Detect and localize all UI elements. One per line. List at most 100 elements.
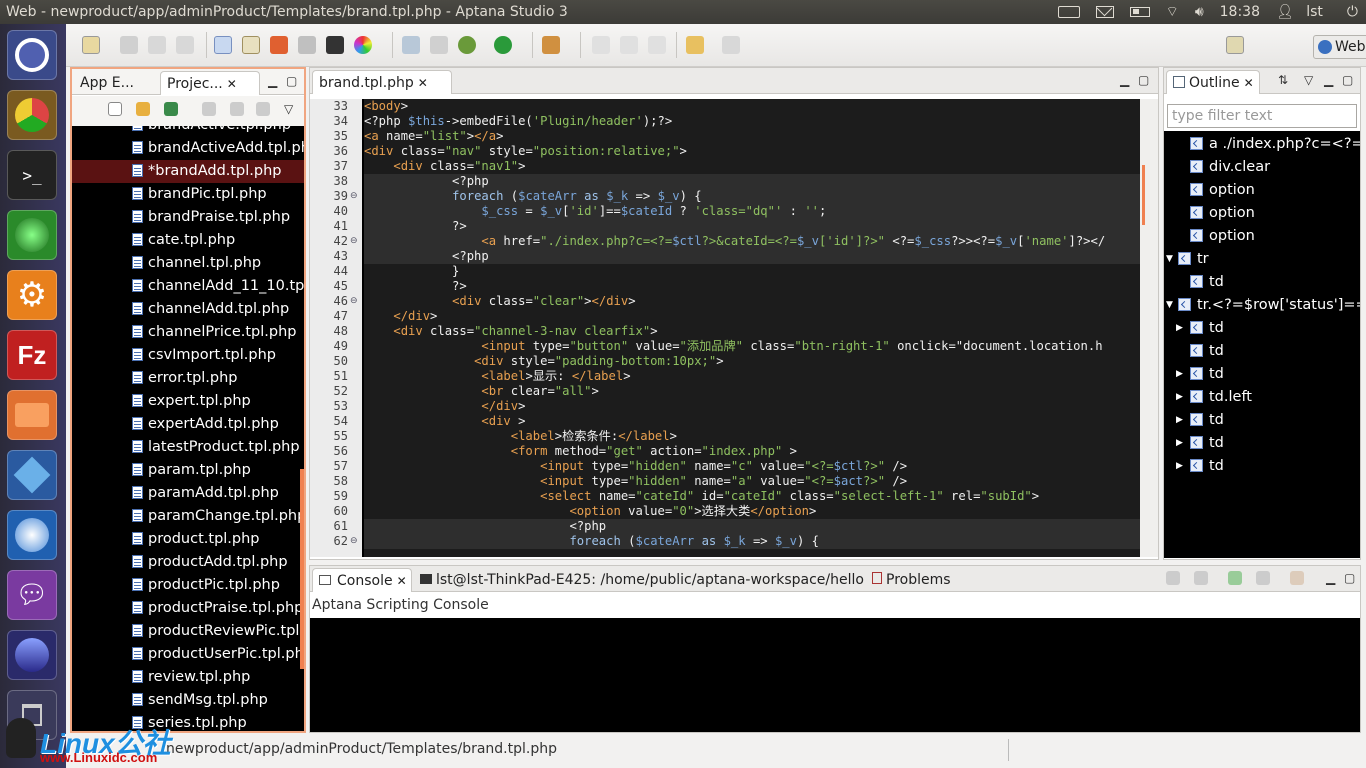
outline-item[interactable]: td (1190, 271, 1224, 294)
overview-ruler[interactable] (1140, 99, 1158, 557)
tab-problems[interactable]: Problems (866, 568, 960, 592)
tab-app-explorer[interactable]: App E... (74, 71, 140, 95)
tab-outline[interactable]: Outline ✕ (1166, 70, 1260, 94)
code-line[interactable]: foreach ($cateArr as $_k => $_v) { (364, 534, 1140, 549)
code-line[interactable]: <div class="nav1"> (364, 159, 1140, 174)
home-icon[interactable] (270, 36, 288, 54)
search-icon[interactable] (402, 36, 420, 54)
file-tree-item[interactable]: param.tpl.php (72, 459, 304, 482)
image-icon[interactable] (298, 36, 316, 54)
app-explorer-icon[interactable] (214, 36, 232, 54)
arrow-down-icon[interactable] (256, 102, 270, 116)
green-app-icon[interactable] (7, 210, 57, 260)
file-tree-item[interactable]: review.tpl.php (72, 666, 304, 689)
maximize-icon[interactable]: ▢ (1344, 571, 1355, 585)
file-tree-item[interactable]: paramAdd.tpl.php (72, 482, 304, 505)
outline-item[interactable]: td (1190, 317, 1224, 340)
outline-item[interactable]: td (1190, 363, 1224, 386)
terminal-toolbar-icon[interactable] (326, 36, 344, 54)
clear-console-icon[interactable] (1166, 571, 1180, 585)
outline-item[interactable]: td (1190, 340, 1224, 363)
file-tree-item[interactable]: latestProduct.tpl.php (72, 436, 304, 459)
code-text[interactable]: <body> <?php $this->embedFile('Plugin/hea… (364, 99, 1140, 557)
fold-toggle-icon[interactable]: ⊖ (350, 534, 358, 549)
arrow-up-icon[interactable] (230, 102, 244, 116)
file-tree-item[interactable]: channel.tpl.php (72, 252, 304, 275)
file-tree-item[interactable]: productReviewPic.tpl.php (72, 620, 304, 643)
code-line[interactable]: ?> (364, 279, 1140, 294)
chrome-icon[interactable] (7, 90, 57, 140)
close-icon[interactable]: ✕ (227, 77, 237, 91)
expand-right-icon[interactable]: ▶ (1176, 415, 1183, 425)
scroll-lock-icon[interactable] (1194, 571, 1208, 585)
file-tree-item[interactable]: cate.tpl.php (72, 229, 304, 252)
outline-item[interactable]: tr.<?=$row['status']==2 (1178, 294, 1360, 317)
outline-item[interactable]: option (1190, 179, 1255, 202)
code-line[interactable]: foreach ($cateArr as $_k => $_v) { (364, 189, 1140, 204)
debug-icon[interactable] (458, 36, 476, 54)
back-arrow-icon[interactable] (686, 36, 704, 54)
link-editor-icon[interactable] (136, 102, 150, 116)
file-tree-item[interactable]: brandActiveAdd.tpl.php (72, 137, 304, 160)
wifi-icon[interactable]: ⌔ (1166, 0, 1179, 24)
power-icon[interactable]: ⏻ (1347, 0, 1358, 24)
minimize-icon[interactable]: ▁ (268, 74, 277, 88)
scrollbar[interactable] (300, 469, 304, 669)
thunderbird-icon[interactable] (7, 510, 57, 560)
code-line[interactable]: <label>显示: </label> (364, 369, 1140, 384)
save-all-icon[interactable] (148, 36, 166, 54)
code-line[interactable]: <?php $this->embedFile('Plugin/header');… (364, 114, 1140, 129)
run-icon[interactable] (494, 36, 512, 54)
mail-icon[interactable] (1095, 6, 1114, 18)
tab-console[interactable]: Console ✕ (312, 568, 412, 592)
file-tree-item[interactable]: product.tpl.php (72, 528, 304, 551)
pidgin-icon[interactable]: 💬︎ (7, 570, 57, 620)
open-perspective-icon[interactable] (1226, 36, 1244, 54)
virtualbox-icon[interactable] (7, 450, 57, 500)
edit-icon[interactable] (592, 36, 610, 54)
code-line[interactable]: <option value="0">选择大类</option> (364, 504, 1140, 519)
outline-item[interactable]: td (1190, 409, 1224, 432)
file-tree-item[interactable]: error.tpl.php (72, 367, 304, 390)
sort-icon[interactable]: ⇅ (1278, 73, 1288, 87)
settings-gear-icon[interactable]: ⚙ (7, 270, 57, 320)
open-console-icon[interactable] (1290, 571, 1304, 585)
user-menu[interactable]: 👤︎ lst (1276, 0, 1331, 24)
collapse-all-icon[interactable] (108, 102, 122, 116)
file-tree-item[interactable]: expertAdd.tpl.php (72, 413, 304, 436)
print-icon[interactable] (176, 36, 194, 54)
deploy-icon[interactable] (542, 36, 560, 54)
code-line[interactable]: $_css = $_v['id']==$cateId ? 'class="dq"… (364, 204, 1140, 219)
fold-toggle-icon[interactable]: ⊖ (350, 294, 358, 309)
file-tree-item[interactable]: *brandAdd.tpl.php (72, 160, 304, 183)
tab-project-explorer[interactable]: Projec... ✕ (160, 71, 260, 95)
maximize-icon[interactable]: ▢ (286, 74, 297, 88)
code-line[interactable]: <form method="get" action="index.php" > (364, 444, 1140, 459)
file-tree-item[interactable]: brandPic.tpl.php (72, 183, 304, 206)
code-line[interactable]: <?php (364, 174, 1140, 189)
maximize-icon[interactable]: ▢ (1138, 73, 1149, 87)
outline-item[interactable]: td (1190, 432, 1224, 455)
new-icon[interactable] (82, 36, 100, 54)
view-menu-icon[interactable]: ▽ (1304, 73, 1313, 87)
code-line[interactable]: <div class="nav" style="position:relativ… (364, 144, 1140, 159)
outline-item[interactable]: a ./index.php?c=<?=$ctl (1190, 133, 1360, 156)
code-line[interactable]: <br clear="all"> (364, 384, 1140, 399)
code-line[interactable]: ?> (364, 219, 1140, 234)
project-explorer-icon[interactable] (242, 36, 260, 54)
outline-item[interactable]: td (1190, 455, 1224, 478)
tab-terminal[interactable]: lst@lst-ThinkPad-E425: /home/public/apta… (414, 568, 864, 592)
code-line[interactable]: <body> (364, 99, 1140, 114)
close-icon[interactable]: ✕ (418, 76, 428, 90)
close-icon[interactable]: ✕ (1244, 76, 1254, 90)
file-tree-item[interactable]: productPraise.tpl.php (72, 597, 304, 620)
console-output[interactable] (310, 618, 1360, 732)
expand-right-icon[interactable]: ▶ (1176, 461, 1183, 471)
terminal-icon[interactable]: >_ (7, 150, 57, 200)
code-line[interactable]: <div class="channel-3-nav clearfix"> (364, 324, 1140, 339)
tab-brand-tpl[interactable]: brand.tpl.php ✕ (312, 70, 452, 94)
expand-right-icon[interactable]: ▶ (1176, 438, 1183, 448)
dash-icon[interactable] (7, 30, 57, 80)
file-tree-item[interactable]: paramChange.tpl.php (72, 505, 304, 528)
file-tree-item[interactable]: productAdd.tpl.php (72, 551, 304, 574)
